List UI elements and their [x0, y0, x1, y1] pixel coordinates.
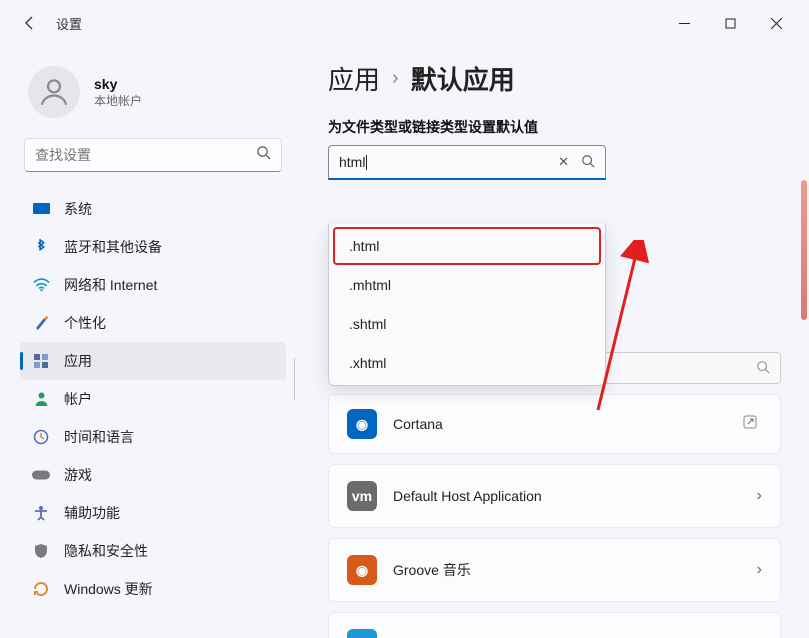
- sidebar-item-2[interactable]: 网络和 Internet: [20, 266, 286, 304]
- search-icon[interactable]: [581, 154, 595, 171]
- back-button[interactable]: [10, 15, 50, 31]
- user-name: sky: [94, 76, 142, 92]
- external-link-icon: [742, 414, 762, 435]
- maximize-button[interactable]: [707, 8, 753, 38]
- sidebar-item-5[interactable]: 帐户: [20, 380, 286, 418]
- nav-label: 蓝牙和其他设备: [64, 237, 162, 257]
- nav-label: 游戏: [64, 465, 92, 485]
- nav-icon: [32, 352, 50, 370]
- nav-icon: [32, 200, 50, 218]
- main-panel: 应用 › 默认应用 为文件类型或链接类型设置默认值 html ✕ .html.m…: [300, 46, 809, 638]
- app-icon: ◉: [347, 555, 377, 585]
- nav-icon: [32, 428, 50, 446]
- sidebar-item-0[interactable]: 系统: [20, 190, 286, 228]
- search-icon: [256, 145, 271, 165]
- sidebar: sky 本地帐户 系统蓝牙和其他设备网络和 Internet 个性化应用帐户时间和…: [0, 46, 300, 638]
- suggestion-item[interactable]: .mhtml: [333, 266, 601, 304]
- suggestion-item[interactable]: .xhtml: [333, 344, 601, 382]
- sidebar-item-1[interactable]: 蓝牙和其他设备: [20, 228, 286, 266]
- nav-label: Windows 更新: [64, 579, 153, 599]
- app-icon: vm: [347, 481, 377, 511]
- chevron-right-icon: ›: [392, 67, 399, 90]
- sidebar-item-6[interactable]: 时间和语言: [20, 418, 286, 456]
- chevron-right-icon: ›: [757, 561, 762, 579]
- sidebar-search-input[interactable]: [35, 147, 256, 163]
- user-subtitle: 本地帐户: [94, 92, 142, 109]
- sidebar-item-9[interactable]: 隐私和安全性: [20, 532, 286, 570]
- filetype-search[interactable]: html ✕: [328, 145, 606, 180]
- nav-icon: [32, 314, 50, 332]
- titlebar: 设置: [0, 0, 809, 46]
- suggestion-item[interactable]: .shtml: [333, 305, 601, 343]
- sidebar-item-7[interactable]: 游戏: [20, 456, 286, 494]
- sidebar-item-8[interactable]: 辅助功能: [20, 494, 286, 532]
- app-card[interactable]: ◉ Groove 音乐 ›: [328, 538, 781, 602]
- nav-label: 辅助功能: [64, 503, 120, 523]
- sidebar-item-10[interactable]: Windows 更新: [20, 570, 286, 608]
- nav-label: 时间和语言: [64, 427, 134, 447]
- filetype-search-value: html: [339, 154, 365, 170]
- sidebar-item-3[interactable]: 个性化: [20, 304, 286, 342]
- app-name: Cortana: [393, 416, 726, 432]
- nav-list: 系统蓝牙和其他设备网络和 Internet 个性化应用帐户时间和语言游戏辅助功能隐…: [20, 190, 300, 608]
- nav-label: 隐私和安全性: [64, 541, 148, 561]
- nav-icon: [32, 238, 50, 256]
- breadcrumb-current: 默认应用: [411, 60, 515, 97]
- suggestion-item[interactable]: .html: [333, 227, 601, 265]
- nav-icon: [32, 466, 50, 484]
- nav-icon: [32, 390, 50, 408]
- suggestions-dropdown: .html.mhtml.shtml.xhtml: [328, 224, 606, 386]
- app-icon: ◑: [347, 629, 377, 638]
- search-icon: [756, 360, 770, 377]
- sidebar-item-4[interactable]: 应用: [20, 342, 286, 380]
- breadcrumb: 应用 › 默认应用: [328, 60, 781, 97]
- nav-label: 个性化: [64, 313, 106, 333]
- nav-label: 帐户: [64, 389, 92, 409]
- nav-label: 应用: [64, 351, 92, 371]
- app-icon: ◉: [347, 409, 377, 439]
- close-button[interactable]: [753, 8, 799, 38]
- type-section-label: 为文件类型或链接类型设置默认值: [328, 117, 781, 137]
- nav-label: 系统: [64, 199, 92, 219]
- nav-icon: [32, 542, 50, 560]
- app-name: Groove 音乐: [393, 560, 741, 580]
- decorative-right-bar: [801, 180, 807, 320]
- window-title: 设置: [56, 14, 82, 33]
- breadcrumb-root[interactable]: 应用: [328, 60, 380, 97]
- app-card[interactable]: vm Default Host Application ›: [328, 464, 781, 528]
- nav-icon: [32, 276, 50, 294]
- user-block[interactable]: sky 本地帐户: [20, 56, 300, 138]
- minimize-button[interactable]: [661, 8, 707, 38]
- nav-label: 网络和 Internet: [64, 275, 157, 295]
- clear-icon[interactable]: ✕: [558, 154, 569, 171]
- chevron-right-icon: ›: [757, 487, 762, 505]
- app-name: Default Host Application: [393, 488, 741, 504]
- nav-icon: [32, 580, 50, 598]
- avatar: [28, 66, 80, 118]
- app-card[interactable]: ◉ Cortana: [328, 394, 781, 454]
- app-card[interactable]: ◑Microsoft Edge›: [328, 612, 781, 638]
- nav-icon: [32, 504, 50, 522]
- sidebar-search[interactable]: [24, 138, 282, 172]
